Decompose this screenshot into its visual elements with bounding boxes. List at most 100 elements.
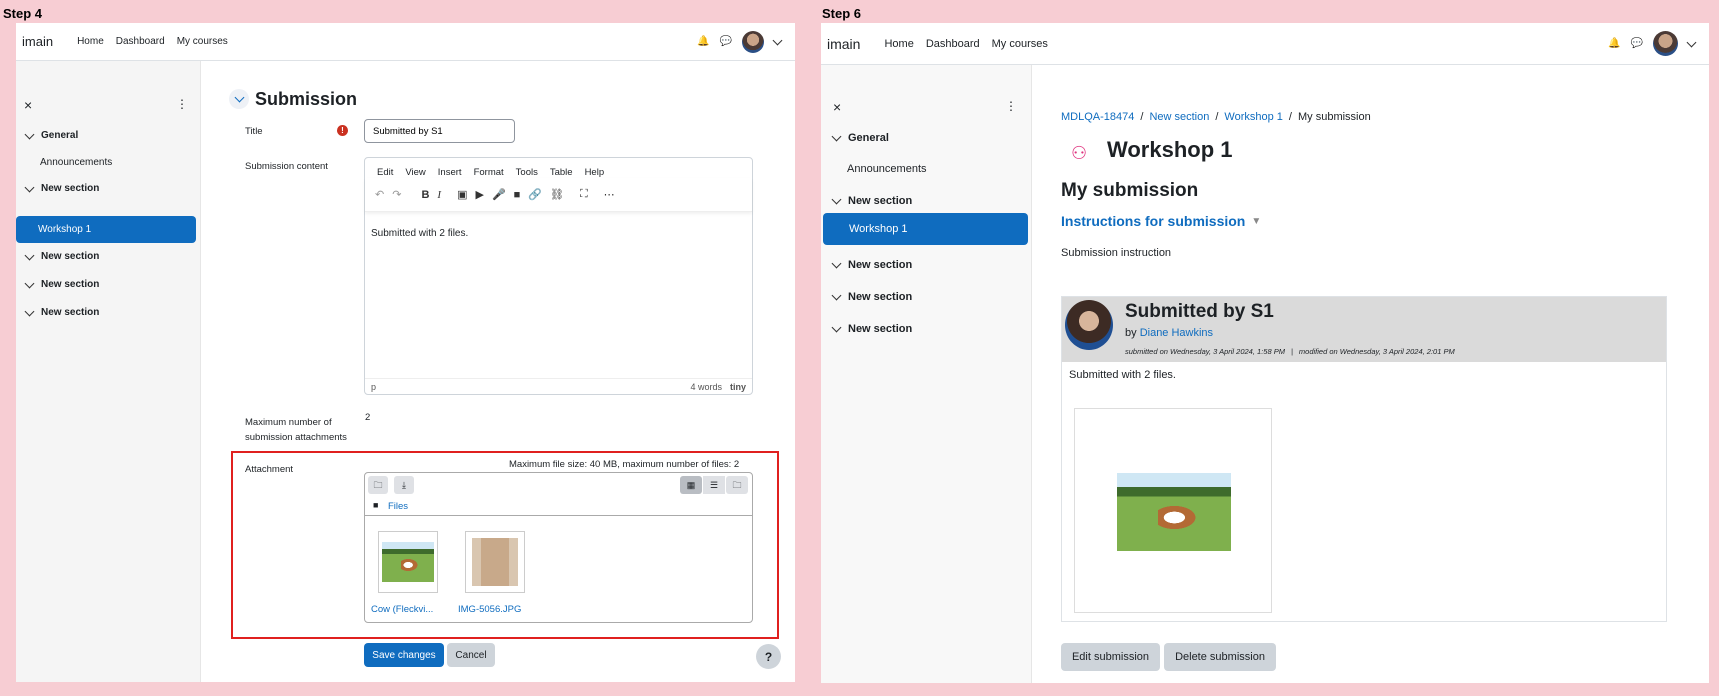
- chat-icon[interactable]: 💬: [1631, 38, 1643, 49]
- view-tree-button[interactable]: 🗀: [726, 476, 748, 494]
- bold-icon[interactable]: B: [421, 189, 429, 201]
- author-link[interactable]: Diane Hawkins: [1140, 327, 1213, 339]
- image-frame: [1074, 408, 1272, 613]
- file-name-cow[interactable]: Cow (Fleckvi...: [371, 604, 433, 615]
- content-label: Submission content: [245, 161, 328, 172]
- file-thumb-img[interactable]: [465, 531, 525, 593]
- breadcrumb-section[interactable]: New section: [1149, 111, 1209, 123]
- section-new-2[interactable]: New section: [24, 250, 99, 262]
- breadcrumb-workshop[interactable]: Workshop 1: [1224, 111, 1283, 123]
- brand[interactable]: imain: [827, 36, 860, 52]
- section-new-1[interactable]: New section: [831, 194, 912, 207]
- breadcrumb-current: My submission: [1297, 111, 1371, 123]
- instructions-link[interactable]: Instructions for submission: [1061, 213, 1245, 229]
- section-general[interactable]: General: [831, 131, 889, 144]
- view-icons-button[interactable]: ▦: [680, 476, 702, 494]
- breadcrumb-sep: /: [1288, 111, 1292, 123]
- title-input[interactable]: [364, 119, 515, 143]
- kebab-menu-icon[interactable]: ⋮: [176, 97, 188, 111]
- required-icon: !: [337, 125, 348, 136]
- close-icon[interactable]: ×: [833, 99, 841, 115]
- breadcrumb-course[interactable]: MDLQA-18474: [1061, 111, 1134, 123]
- nav-my-courses[interactable]: My courses: [177, 36, 228, 47]
- nav-dashboard[interactable]: Dashboard: [116, 36, 165, 47]
- file-thumb-cow[interactable]: [378, 531, 438, 593]
- avatar[interactable]: [742, 30, 764, 53]
- menu-insert[interactable]: Insert: [438, 167, 462, 178]
- files-breadcrumb[interactable]: Files: [388, 501, 408, 512]
- image-icon[interactable]: ▣: [457, 188, 467, 201]
- breadcrumb: MDLQA-18474 / New section / Workshop 1 / My…: [1061, 111, 1371, 123]
- link-icon[interactable]: 🔗: [528, 188, 542, 201]
- navbar: imain Home Dashboard My courses 🔔 💬: [821, 23, 1709, 65]
- more-icon[interactable]: ⋯: [604, 188, 615, 201]
- chevron-down-icon[interactable]: [772, 35, 783, 45]
- page-title: Submission: [255, 89, 358, 109]
- editor-menubar: Edit View Insert Format Tools Table Help: [365, 158, 752, 178]
- nav-my-courses[interactable]: My courses: [992, 38, 1048, 50]
- modified-date: modified on Wednesday, 3 April 2024, 2:0…: [1298, 347, 1455, 356]
- video-icon[interactable]: ■: [514, 189, 521, 201]
- drawer-item-announcements[interactable]: Announcements: [40, 157, 112, 168]
- chevron-down-icon[interactable]: [1686, 37, 1697, 47]
- section-new-2[interactable]: New section: [831, 258, 912, 271]
- step6-panel: imain Home Dashboard My courses 🔔 💬 × ⋮ …: [821, 23, 1709, 683]
- menu-tools[interactable]: Tools: [516, 167, 538, 178]
- instructions-toggle[interactable]: Instructions for submission ▼: [1061, 213, 1261, 229]
- unlink-icon[interactable]: ⛓: [550, 188, 564, 201]
- redo-icon[interactable]: ↷: [392, 188, 401, 201]
- section-new-3[interactable]: New section: [831, 290, 912, 303]
- fullscreen-icon[interactable]: ⛶: [580, 188, 588, 201]
- menu-format[interactable]: Format: [474, 167, 504, 178]
- help-button[interactable]: ?: [756, 644, 781, 669]
- section-new-4[interactable]: New section: [831, 322, 912, 335]
- save-changes-button[interactable]: Save changes: [364, 643, 444, 667]
- file-name-img[interactable]: IMG-5056.JPG: [458, 604, 521, 615]
- nav-home[interactable]: Home: [884, 38, 913, 50]
- view-list-button[interactable]: ☰: [703, 476, 725, 494]
- microphone-icon[interactable]: 🎤: [492, 188, 506, 201]
- submission-header: Submitted by S1 by Diane Hawkins submitt…: [1062, 297, 1666, 362]
- menu-edit[interactable]: Edit: [377, 167, 393, 178]
- kebab-menu-icon[interactable]: ⋮: [1005, 99, 1017, 113]
- brand[interactable]: imain: [22, 34, 53, 49]
- add-file-button[interactable]: 🗀: [368, 476, 388, 494]
- menu-help[interactable]: Help: [585, 167, 605, 178]
- italic-icon[interactable]: I: [437, 189, 441, 201]
- drawer-item-workshop-1[interactable]: Workshop 1: [16, 216, 196, 243]
- menu-table[interactable]: Table: [550, 167, 573, 178]
- drawer-item-workshop-1[interactable]: Workshop 1: [823, 213, 1028, 245]
- editor-statusbar: p 4 words tiny: [365, 378, 752, 394]
- chat-icon[interactable]: 💬: [720, 36, 732, 47]
- files-divider: [365, 515, 752, 516]
- section-general[interactable]: General: [24, 129, 78, 141]
- delete-submission-button[interactable]: Delete submission: [1164, 643, 1276, 671]
- cancel-button[interactable]: Cancel: [447, 643, 495, 667]
- edit-submission-button[interactable]: Edit submission: [1061, 643, 1160, 671]
- editor-toolbar: ↶ ↷ B I ▣ ▶ 🎤 ■ 🔗 ⛓ ⛶ ⋯: [365, 178, 752, 212]
- avatar[interactable]: [1653, 31, 1678, 56]
- attachment-info: Maximum file size: 40 MB, maximum number…: [509, 459, 740, 470]
- bell-icon[interactable]: 🔔: [1608, 38, 1620, 49]
- media-icon[interactable]: ▶: [475, 188, 483, 201]
- close-icon[interactable]: ×: [24, 97, 32, 113]
- drawer-item-announcements[interactable]: Announcements: [847, 163, 927, 175]
- word-count: 4 words: [690, 381, 722, 392]
- editor-content[interactable]: Submitted with 2 files.: [371, 228, 468, 239]
- section-new-4[interactable]: New section: [24, 306, 99, 318]
- undo-icon[interactable]: ↶: [375, 188, 384, 201]
- nav-dashboard[interactable]: Dashboard: [926, 38, 980, 50]
- attachment-label: Attachment: [245, 464, 294, 475]
- section-new-1[interactable]: New section: [24, 182, 99, 194]
- section-new-3[interactable]: New section: [24, 278, 99, 290]
- collapse-icon[interactable]: [229, 89, 249, 109]
- submission-dates: submitted on Wednesday, 3 April 2024, 1:…: [1125, 347, 1455, 356]
- tinymce-editor[interactable]: Edit View Insert Format Tools Table Help…: [364, 157, 753, 395]
- workshop-icon: ⚇: [1071, 143, 1088, 163]
- cow-image[interactable]: [1117, 473, 1231, 551]
- course-index-drawer: × ⋮ General Announcements New section Wo…: [16, 61, 201, 682]
- bell-icon[interactable]: 🔔: [697, 36, 709, 47]
- download-button[interactable]: ⤓: [394, 476, 414, 494]
- menu-view[interactable]: View: [405, 167, 425, 178]
- nav-home[interactable]: Home: [77, 36, 104, 47]
